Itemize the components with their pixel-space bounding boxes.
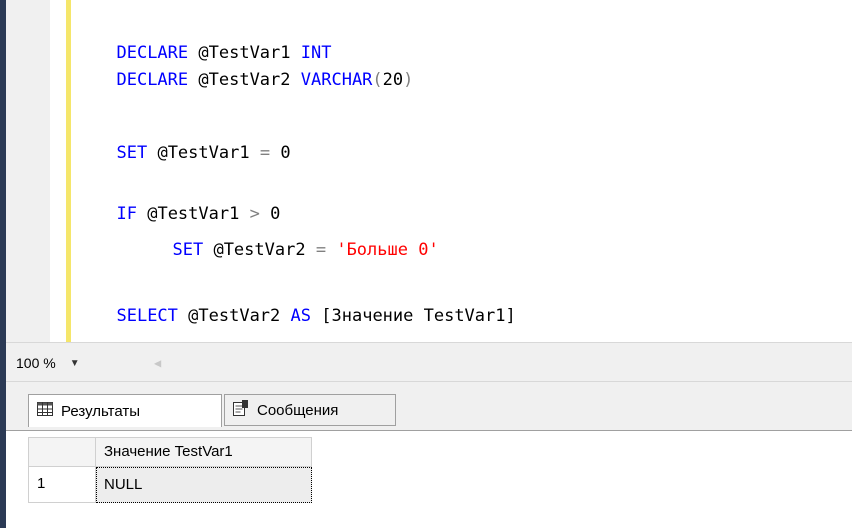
paren-open: ( xyxy=(372,70,383,90)
column-alias: [Значение TestVar1] xyxy=(321,306,516,326)
column-header[interactable]: Значение TestVar1 xyxy=(96,437,312,467)
variable: @TestVar2 xyxy=(198,70,291,90)
number: 20 xyxy=(382,70,404,90)
zoom-value: 100 % xyxy=(16,355,56,371)
code-line-3[interactable]: SET @TestVar1 = 0 xyxy=(96,117,290,163)
change-indicator-bar xyxy=(66,0,71,342)
tab-messages[interactable]: Сообщения xyxy=(224,394,396,426)
keyword: SELECT xyxy=(116,306,178,326)
variable: @TestVar2 xyxy=(188,306,281,326)
operator: = xyxy=(315,240,327,260)
keyword: IF xyxy=(116,204,137,224)
code-line-2[interactable]: DECLARE @TestVar2 VARCHAR(20) xyxy=(96,44,413,90)
keyword: AS xyxy=(290,306,312,326)
tab-messages-label: Сообщения xyxy=(257,401,339,419)
type: VARCHAR xyxy=(300,70,373,90)
keyword: DECLARE xyxy=(116,70,189,90)
messages-icon xyxy=(233,400,249,420)
tab-results-label: Результаты xyxy=(61,402,140,420)
results-grid[interactable]: Значение TestVar1 1 NULL xyxy=(6,430,852,528)
keyword: SET xyxy=(116,143,148,163)
variable: @TestVar2 xyxy=(213,240,306,260)
table-cell[interactable]: NULL xyxy=(96,467,312,503)
grid-header-row: Значение TestVar1 xyxy=(28,437,312,467)
variable: @TestVar1 xyxy=(157,143,250,163)
tab-results[interactable]: Результаты xyxy=(28,394,222,427)
code-line-5[interactable]: SET @TestVar2 = 'Больше 0' xyxy=(152,214,438,260)
keyword: SET xyxy=(172,240,204,260)
row-number[interactable]: 1 xyxy=(28,467,96,503)
operator: = xyxy=(259,143,271,163)
table-row[interactable]: 1 NULL xyxy=(28,467,312,503)
string-literal: 'Больше 0' xyxy=(336,240,439,260)
editor-gutter xyxy=(6,0,50,342)
zoom-dropdown[interactable]: 100 % ▼ xyxy=(12,352,80,374)
code-line-1[interactable]: DECLARE @TestVar1 INT xyxy=(96,17,331,63)
code-line-4[interactable]: IF @TestVar1 > 0 xyxy=(96,178,280,224)
paren-close: ) xyxy=(403,70,414,90)
results-tabs: Результаты Сообщения xyxy=(6,382,852,430)
grid-icon xyxy=(37,402,53,420)
grid-corner-cell[interactable] xyxy=(28,437,96,467)
number: 0 xyxy=(280,143,291,163)
scroll-left-icon[interactable]: ◀ xyxy=(154,355,164,371)
code-line-6[interactable]: SELECT @TestVar2 AS [Значение TestVar1] xyxy=(96,280,515,326)
zoom-bar: 100 % ▼ ◀ xyxy=(6,342,852,382)
chevron-down-icon[interactable]: ▼ xyxy=(70,358,80,369)
